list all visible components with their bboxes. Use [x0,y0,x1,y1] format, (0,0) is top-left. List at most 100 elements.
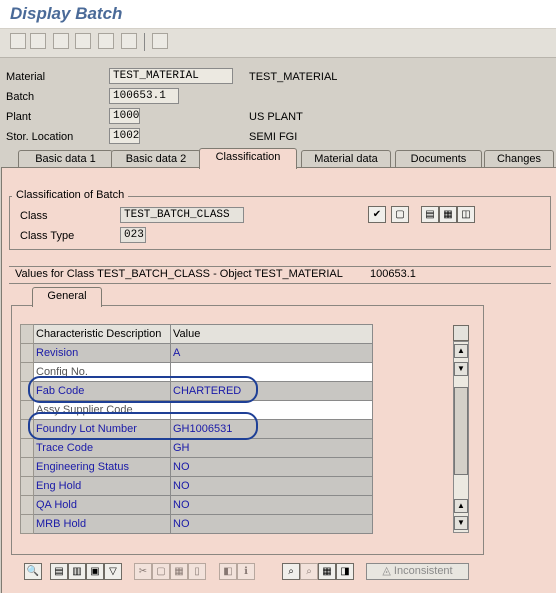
table-row[interactable]: QA Hold NO [20,495,373,515]
column-header-description[interactable]: Characteristic Description [33,324,171,344]
values-batch-number: 100653.1 [370,268,416,280]
table-toolbar: 🔍 ▤ ▥ ▣ ▽ ✂ ▢ ▦ ▯ ◧ ℹ ⌕ ⌕ ▦ ◨ ◬ Inconsis… [20,563,480,583]
table-row[interactable]: Revision A [20,343,373,363]
detail-icon[interactable]: ▤ [50,563,68,580]
glasses-icon[interactable] [75,33,91,49]
characteristic-description: MRB Hold [33,514,171,534]
characteristic-description: Eng Hold [33,476,171,496]
plant-field[interactable]: 1000 [109,108,140,124]
material-description: TEST_MATERIAL [249,71,338,83]
cut-icon[interactable]: ✂ [134,563,152,580]
select-all-cell[interactable] [20,324,34,344]
class-type-field[interactable]: 023 [120,227,146,243]
table-row[interactable]: Trace Code GH [20,438,373,458]
inconsistent-label: Inconsistent [393,565,453,577]
table-icon[interactable] [121,33,137,49]
class-field[interactable]: TEST_BATCH_CLASS [120,207,244,223]
scrollbar-thumb[interactable] [454,387,468,475]
grid-icon[interactable]: ▦ [439,206,457,223]
batch-label: Batch [6,91,35,103]
characteristic-value[interactable]: GH [170,438,373,458]
characteristic-value[interactable]: NO [170,495,373,515]
row-selector[interactable] [20,457,34,477]
values-for-class-text: Values for Class TEST_BATCH_CLASS - Obje… [15,268,343,280]
insert-icon[interactable]: ◧ [219,563,237,580]
characteristic-value[interactable]: NO [170,514,373,534]
row-selector[interactable] [20,476,34,496]
row-selector[interactable] [20,343,34,363]
choose-icon[interactable]: ▤ [421,206,439,223]
highlight-oval-foundry-lot [28,412,258,440]
tab-documents[interactable]: Documents [395,150,482,168]
characteristic-description: Revision [33,343,171,363]
find-next-icon[interactable]: ⌕ [300,563,318,580]
page-title: Display Batch [10,4,123,23]
storage-location-description: SEMI FGI [249,131,298,143]
table-row[interactable]: MRB Hold NO [20,514,373,534]
edit-pencil-icon[interactable] [53,33,69,49]
classification-group-title: Classification of Batch [12,189,129,201]
zoom-icon[interactable]: 🔍 [24,563,42,580]
inconsistent-button[interactable]: ◬ Inconsistent [366,563,469,580]
tab-strip: Basic data 1 Basic data 2 Classification… [0,148,556,169]
scroll-up-icon[interactable]: ▲ [454,344,468,358]
scroll-down-small-icon[interactable]: ▼ [454,362,468,376]
title-bar: Display Batch [0,0,556,28]
column-settings-icon[interactable] [453,325,469,341]
delete-icon[interactable]: ▯ [188,563,206,580]
row-selector[interactable] [20,438,34,458]
storage-location-label: Stor. Location [6,131,74,143]
filter-icon[interactable]: ▽ [104,563,122,580]
class-type-label: Class Type [20,230,75,242]
characteristic-value[interactable]: NO [170,476,373,496]
material-label: Material [6,71,46,83]
characteristic-description: QA Hold [33,495,171,515]
plant-label: Plant [6,111,32,123]
tab-changes[interactable]: Changes [484,150,554,168]
batch-field[interactable]: 100653.1 [109,88,179,104]
print-icon[interactable] [152,33,168,49]
toolbar-separator [144,33,145,51]
tab-material-data[interactable]: Material data [301,150,391,168]
layout-icon[interactable]: ◨ [336,563,354,580]
copy-icon[interactable]: ▢ [152,563,170,580]
table-row[interactable]: Eng Hold NO [20,476,373,496]
table-row[interactable]: Engineering Status NO [20,457,373,477]
divider [9,266,551,267]
highlight-oval-fab-code [28,376,258,403]
copy-icon[interactable]: ▢ [391,206,409,223]
storage-location-field[interactable]: 1002 [109,128,140,144]
paste-icon[interactable]: ▦ [170,563,188,580]
characteristic-value[interactable]: NO [170,457,373,477]
find-icon[interactable]: ⌕ [282,563,300,580]
grid-icon[interactable]: ▦ [318,563,336,580]
material-field[interactable]: TEST_MATERIAL [109,68,233,84]
tab-basic-data-2[interactable]: Basic data 2 [111,150,201,168]
row-selector[interactable] [20,514,34,534]
tab-general[interactable]: General [32,287,102,307]
check-icon[interactable]: ✔ [368,206,386,223]
scroll-page-up-icon[interactable]: ▲ [454,499,468,513]
tab-basic-data-1[interactable]: Basic data 1 [18,150,113,168]
details-icon[interactable]: ◫ [457,206,475,223]
copy-icon[interactable] [30,33,46,49]
vertical-scrollbar[interactable]: ▲ ▼ ▲ ▼ [453,341,469,533]
plant-description: US PLANT [249,111,303,123]
class-label: Class [20,210,48,222]
characteristic-description: Engineering Status [33,457,171,477]
new-icon[interactable] [10,33,26,49]
inconsistent-icon: ◬ [382,565,394,577]
application-toolbar [0,29,556,58]
print-icon[interactable]: ▣ [86,563,104,580]
row-selector[interactable] [20,495,34,515]
column-header-value[interactable]: Value [170,324,373,344]
tab-classification[interactable]: Classification [199,148,297,169]
sort-icon[interactable]: ▥ [68,563,86,580]
divider [9,283,551,284]
characteristic-value[interactable]: A [170,343,373,363]
document-icon[interactable] [98,33,114,49]
table-header-row: Characteristic Description Value [20,324,373,344]
info-icon[interactable]: ℹ [237,563,255,580]
characteristic-description: Trace Code [33,438,171,458]
scroll-down-icon[interactable]: ▼ [454,516,468,530]
